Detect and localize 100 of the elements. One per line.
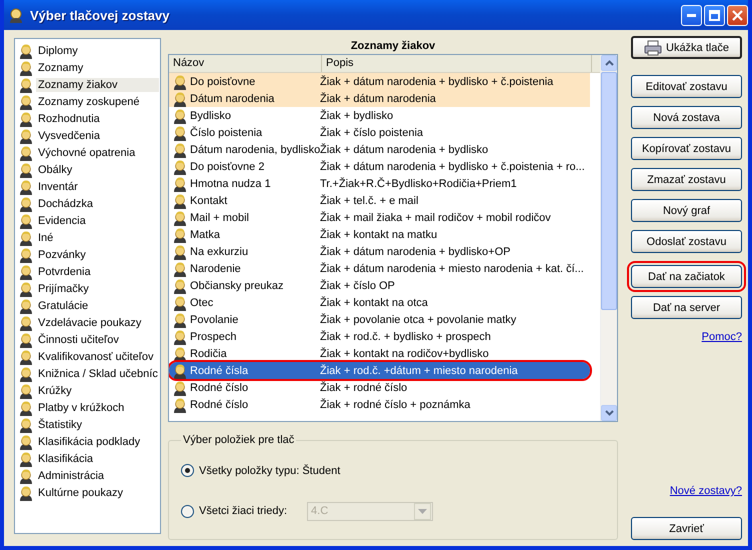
- category-item[interactable]: Potvrdenia: [16, 263, 159, 280]
- table-row[interactable]: Do poisťovne Žiak + dátum narodenia + bydlisko + č.poistenia: [169, 73, 590, 90]
- category-item[interactable]: Evidencia: [16, 212, 159, 229]
- minimize-button[interactable]: [681, 4, 702, 26]
- close-button[interactable]: [727, 4, 748, 26]
- table-row[interactable]: Občiansky preukaz Žiak + číslo OP: [169, 277, 590, 294]
- table-cell: Žiak + dátum narodenia: [320, 92, 436, 104]
- table-cell: Rodné čísla: [190, 364, 248, 376]
- person-icon: [18, 42, 34, 58]
- person-icon: [172, 210, 188, 226]
- person-icon: [172, 244, 188, 260]
- table-cell: Žiak + dátum narodenia + bydlisko + č.poistenia + ro...: [320, 160, 585, 172]
- table-row[interactable]: Na exkurziu Žiak + dátum narodenia + bydlisko+OP: [169, 243, 590, 260]
- category-item[interactable]: Inventár: [16, 178, 159, 195]
- table-cell: Narodenie: [190, 262, 241, 274]
- close-icon: [732, 10, 743, 20]
- action-button[interactable]: Zmazať zostavu: [631, 168, 742, 191]
- category-item[interactable]: Knižnica / Sklad učebníc: [16, 365, 159, 382]
- person-icon: [172, 142, 188, 158]
- table-cell: Žiak + dátum narodenia + bydlisko: [320, 144, 488, 156]
- table-row[interactable]: Otec Žiak + kontakt na otca: [169, 294, 590, 311]
- table-cell: Do poisťovne: [190, 76, 256, 88]
- category-item[interactable]: Klasifikácia: [16, 450, 159, 467]
- dropdown-arrow-icon: [418, 508, 428, 514]
- table-cell: Žiak + mail žiaka + mail rodičov + mobil rodičov: [320, 212, 551, 224]
- table-cell: Žiak + dátum narodenia + bydlisko + č.poistenia: [320, 76, 554, 88]
- table-row[interactable]: Povolanie Žiak + povolanie otca + povolanie matky: [169, 311, 590, 328]
- category-item[interactable]: Diplomy: [16, 42, 159, 59]
- category-item[interactable]: Štatistiky: [16, 416, 159, 433]
- category-item[interactable]: Činnosti učiteľov: [16, 331, 159, 348]
- table-cell: Do poisťovne 2: [190, 160, 264, 172]
- table-row[interactable]: Rodné čísla Žiak + rod.č. +dátum + miesto narodenia: [169, 362, 590, 379]
- table-row[interactable]: Hmotna nudza 1 Tr.+Žiak+R.Č+Bydlisko+Rodičia+Priem1: [169, 175, 590, 192]
- category-item[interactable]: Výchovné opatrenia: [16, 144, 159, 161]
- table-cell: Žiak + dátum narodenia + miesto narodenia + kat. čí...: [320, 262, 584, 274]
- category-item[interactable]: Kvalifikovanosť učiteľov: [16, 348, 159, 365]
- category-item[interactable]: Gratulácie: [16, 297, 159, 314]
- action-button[interactable]: Dať na server: [631, 296, 742, 319]
- table-row[interactable]: Číslo poistenia Žiak + číslo poistenia: [169, 124, 590, 141]
- table-cell: Bydlisko: [190, 110, 231, 122]
- maximize-button[interactable]: [704, 4, 725, 26]
- table-row[interactable]: Matka Žiak + kontakt na matku: [169, 226, 590, 243]
- table-cell: Dátum narodenia: [190, 92, 274, 104]
- person-icon: [18, 128, 34, 144]
- category-item[interactable]: Klasifikácia podklady: [16, 433, 159, 450]
- window-title: Výber tlačovej zostavy: [30, 8, 170, 22]
- person-icon: [172, 396, 188, 412]
- category-item[interactable]: Obálky: [16, 161, 159, 178]
- action-button[interactable]: Odoslať zostavu: [631, 230, 742, 253]
- table-row[interactable]: Bydlisko Žiak + bydlisko: [169, 107, 590, 124]
- person-icon: [172, 226, 188, 242]
- person-icon: [172, 294, 188, 310]
- table-row[interactable]: Do poisťovne 2 Žiak + dátum narodenia + bydlisko + č.poistenia + ro...: [169, 158, 590, 175]
- category-item[interactable]: Kultúrne poukazy: [16, 484, 159, 501]
- category-item[interactable]: Platby v krúžkoch: [16, 399, 159, 416]
- table-cell: Povolanie: [190, 314, 238, 326]
- category-item[interactable]: Pozvánky: [16, 246, 159, 263]
- category-item[interactable]: Zoznamy zoskupené: [16, 93, 159, 110]
- table-row[interactable]: Rodné číslo Žiak + rodné číslo + poznámka: [169, 396, 590, 413]
- person-icon: [18, 366, 34, 382]
- action-button[interactable]: Ukážka tlače: [631, 36, 742, 59]
- action-button[interactable]: Zavrieť: [631, 517, 742, 540]
- category-item[interactable]: Vzdelávacie poukazy: [16, 314, 159, 331]
- person-icon: [18, 230, 34, 246]
- category-item[interactable]: Zoznamy: [16, 59, 159, 76]
- table-cell: Číslo poistenia: [190, 126, 262, 138]
- table-cell: Prospech: [190, 330, 236, 342]
- action-button[interactable]: Editovať zostavu: [631, 75, 742, 98]
- table-row[interactable]: Dátum narodenia, bydliskoŽiak + dátum narodenia + bydlisko: [169, 141, 590, 158]
- category-item[interactable]: Dochádzka: [16, 195, 159, 212]
- category-item[interactable]: Prijímačky: [16, 280, 159, 297]
- person-icon: [18, 280, 34, 296]
- app-icon: [8, 7, 24, 23]
- action-button[interactable]: Kopírovať zostavu: [631, 137, 742, 160]
- category-item[interactable]: Iné: [16, 229, 159, 246]
- column-header[interactable]: Popis: [322, 55, 592, 72]
- category-item[interactable]: Krúžky: [16, 382, 159, 399]
- person-icon: [172, 312, 188, 328]
- scroll-thumb[interactable]: [601, 72, 617, 310]
- radio-option[interactable]: Všetci žiaci triedy:: [181, 504, 288, 518]
- person-icon: [18, 314, 34, 330]
- table-row[interactable]: Narodenie Žiak + dátum narodenia + miesto narodenia + kat. čí...: [169, 260, 590, 277]
- table-row[interactable]: Dátum narodenia Žiak + dátum narodenia: [169, 90, 590, 107]
- category-item[interactable]: Administrácia: [16, 467, 159, 484]
- category-item[interactable]: Rozhodnutia: [16, 110, 159, 127]
- table-row[interactable]: Rodné číslo Žiak + rodné číslo: [169, 379, 590, 396]
- scroll-up-icon: [604, 60, 614, 66]
- table-cell: Žiak + rodné číslo + poznámka: [320, 398, 470, 410]
- column-header[interactable]: Názov: [169, 55, 322, 72]
- table-row[interactable]: Mail + mobil Žiak + mail žiaka + mail rodičov + mobil rodičov: [169, 209, 590, 226]
- action-button[interactable]: Nová zostava: [631, 106, 742, 129]
- action-button[interactable]: Nový graf: [631, 199, 742, 222]
- help-link[interactable]: Pomoc?: [702, 331, 742, 343]
- table-row[interactable]: Kontakt Žiak + tel.č. + e mail: [169, 192, 590, 209]
- printer-icon: [644, 40, 662, 56]
- table-cell: Žiak + dátum narodenia + bydlisko+OP: [320, 246, 510, 258]
- table-row[interactable]: Prospech Žiak + rod.č. + bydlisko + prospech: [169, 328, 590, 345]
- radio-option[interactable]: Všetky položky typu: Študent: [181, 464, 340, 478]
- category-item[interactable]: Vysvedčenia: [16, 127, 159, 144]
- help-link[interactable]: Nové zostavy?: [670, 485, 742, 497]
